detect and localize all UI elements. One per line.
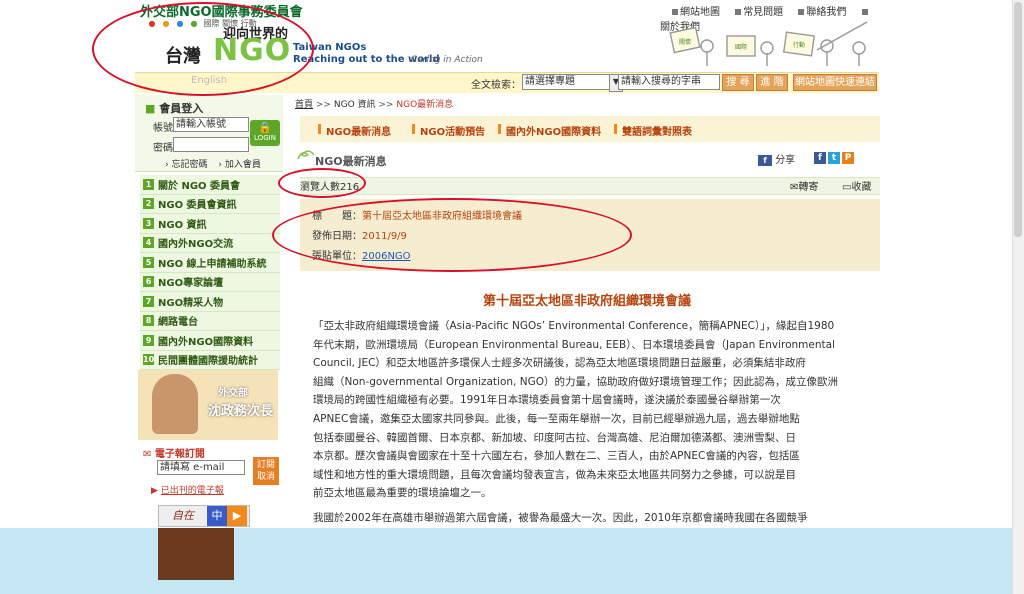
article-line: 年代末期，歐洲環境局（European Environmental Bureau… [313,338,835,351]
scrollbar-thumb[interactable] [1014,2,1022,237]
banner-line1: 外交部 [218,388,248,399]
epaper-subscribe-button[interactable]: 訂閱 取消 [253,457,279,485]
search-input[interactable]: 請輸入搜尋的字串 [618,74,720,90]
join-member-link[interactable]: › 加入會員 [218,160,260,170]
member-links: › 忘記密碼 › 加入會員 [165,157,261,170]
main-content: 首頁 >> NGO 資訊 >> NGO最新消息 NGO最新消息 NGO活動預告 … [295,95,880,525]
epaper-email-input[interactable]: 請填寫 e-mail [157,460,245,475]
sidebar-item-radio[interactable]: 8 網路電台 [140,311,280,331]
forgot-password-link[interactable]: › 忘記密碼 [165,160,207,170]
lang-chinese-button[interactable]: 中 [207,506,227,526]
article-line: 「亞太非政府組織環境會議（Asia-Pacific NGOs’ Environm… [313,320,835,332]
search-button[interactable]: 搜 尋 [722,74,754,91]
search-label: 全文檢索： [471,80,521,91]
vice-minister-banner[interactable]: 外交部 沈政務次長 [138,370,278,440]
login-button[interactable]: 🔒 LOGIN [250,120,280,146]
plurk-share-icon[interactable]: P [842,152,854,164]
sitemap-quick-link-button[interactable]: 網站地圖快速連結 [793,74,877,91]
forward-button[interactable]: ✉轉寄 [790,178,818,193]
sidebar-item-about[interactable]: 1 關於 NGO 委員會 [140,175,280,195]
lang-widget-logo: 自在 [172,509,194,522]
sidebar-item-committee-info[interactable]: 2 NGO 委員會資訊 [140,194,280,214]
breadcrumb-ngo-info[interactable]: NGO 資訊 [334,100,376,110]
article-line: 本京都。歷次會議與會國家在十至十六國左右，參加人數在二、三百人，由於APNEC會… [313,450,800,463]
annotation-circle-views [278,168,366,198]
logo-caring: Caring in Action [411,55,483,65]
mail-icon: ✉ [143,449,152,460]
social-icons: ftP [812,149,854,164]
lock-icon: 🔒 [258,121,272,134]
password-input[interactable] [173,137,249,152]
sidebar-item-ngo-info[interactable]: 3 NGO 資訊 [140,214,280,234]
tab-ngo-news[interactable]: NGO最新消息 [326,123,391,138]
sidebar-menu: 1 關於 NGO 委員會 2 NGO 委員會資訊 3 NGO 資訊 4 國內外NGO交流… [140,175,280,370]
subnav-tabs: NGO最新消息 NGO活動預告 國內外NGO國際資料 雙語詞彙對照表 [300,116,880,142]
article-paragraph-2: 我國於2002年在高雄市舉辦過第六屆會議，被譽為最盛大一次。因此，2010年京都… [313,512,808,524]
account-input[interactable]: 請輸入帳號 [173,117,249,132]
play-icon[interactable]: ▶ [227,506,247,526]
svg-text:關懷: 關懷 [679,38,691,46]
facebook-icon: f [758,155,772,166]
swirl-icon [297,150,315,160]
sidebar-item-grant-system[interactable]: 5 NGO 線上申請補助系統 [140,253,280,273]
sidebar-item-forum[interactable]: 6 NGO專家論壇 [140,272,280,292]
epaper-archive-link[interactable]: ▶ 已出刊的電子報 [151,483,224,496]
article-line: Council, JEC）和亞太地區許多環保人士經多次研議後，認為亞太地區環境問… [313,357,806,370]
article-title: 第十屆亞太地區非政府組織環境會議 [482,294,691,309]
favorite-button[interactable]: ▭收藏 [842,178,871,193]
annotation-circle-info [272,198,632,272]
article-line: 組織（Non-governmental Organization, NGO）的力… [313,375,838,388]
tab-ngo-events[interactable]: NGO活動預告 [420,123,485,138]
annotation-circle-logo [92,2,314,96]
bottom-thumbnail [158,528,234,580]
tab-intl-data[interactable]: 國內外NGO國際資料 [506,123,601,138]
topic-select[interactable]: 請選擇專題 [522,74,614,90]
epaper-title: ✉ 電子報訂閱 [143,449,205,460]
breadcrumb-home[interactable]: 首頁 [295,100,313,110]
article-line: APNEC會議，邀集亞太國家共同參與。此後，每一至兩年舉辦一次，目前已經舉辦過九… [313,412,800,425]
share-button[interactable]: f 分享 [758,151,795,166]
article-body: 「亞太非政府組織環境會議（Asia-Pacific NGOs’ Environm… [313,317,875,503]
sidebar-item-people[interactable]: 7 NGO精采人物 [140,292,280,312]
sidebar-item-intl-data[interactable]: 9 國內外NGO國際資料 [140,331,280,351]
section-title: NGO最新消息 [315,155,387,168]
sidebar-item-exchange[interactable]: 4 國內外NGO交流 [140,233,280,253]
article-line: 包括泰國曼谷、韓國首爾、日本京都、新加坡、印度阿古拉、台灣高雄、尼泊爾加德滿都、… [313,431,796,444]
article-line: 前亞太地區最為重要的環境論壇之一。 [313,487,492,500]
advanced-search-button[interactable]: 進 階 [756,74,788,91]
portrait-image [152,374,198,434]
language-widget: 自在中 ▶ [158,505,250,527]
bottom-panel [0,528,1024,594]
member-login-box: ■ 會員登入 帳號: 請輸入帳號 密碼: 🔒 LOGIN › 忘記密碼 › 加入會… [135,95,283,172]
sidebar: ■ 會員登入 帳號: 請輸入帳號 密碼: 🔒 LOGIN › 忘記密碼 › 加入會… [135,95,283,527]
breadcrumb: 首頁 >> NGO 資訊 >> NGO最新消息 [295,100,454,110]
sidebar-item-aid-stats[interactable]: 10 民間團體國際援助統計 [140,350,280,370]
facebook-share-icon[interactable]: f [814,152,826,164]
member-login-title: ■ 會員登入 [145,102,204,115]
banner-line2: 沈政務次長 [208,404,274,419]
svg-text:國際: 國際 [735,43,747,51]
member-icon: ■ [145,102,156,115]
svg-text:行動: 行動 [793,41,805,49]
people-illustration-icon: 關懷國際 行動 [669,21,868,66]
article-line: 域性和地方性的重大環境問題，且每次會議均發表宣言，做為未來亞太地區共同努力之參據… [313,468,796,481]
tab-glossary[interactable]: 雙語詞彙對照表 [622,123,692,138]
article-line: 環境局的跨國性組織極有必要。1991年日本環境委員會第十屆會議時，遂決議於泰國曼… [313,394,781,407]
breadcrumb-current: NGO最新消息 [396,100,454,110]
twitter-share-icon[interactable]: t [828,152,840,164]
